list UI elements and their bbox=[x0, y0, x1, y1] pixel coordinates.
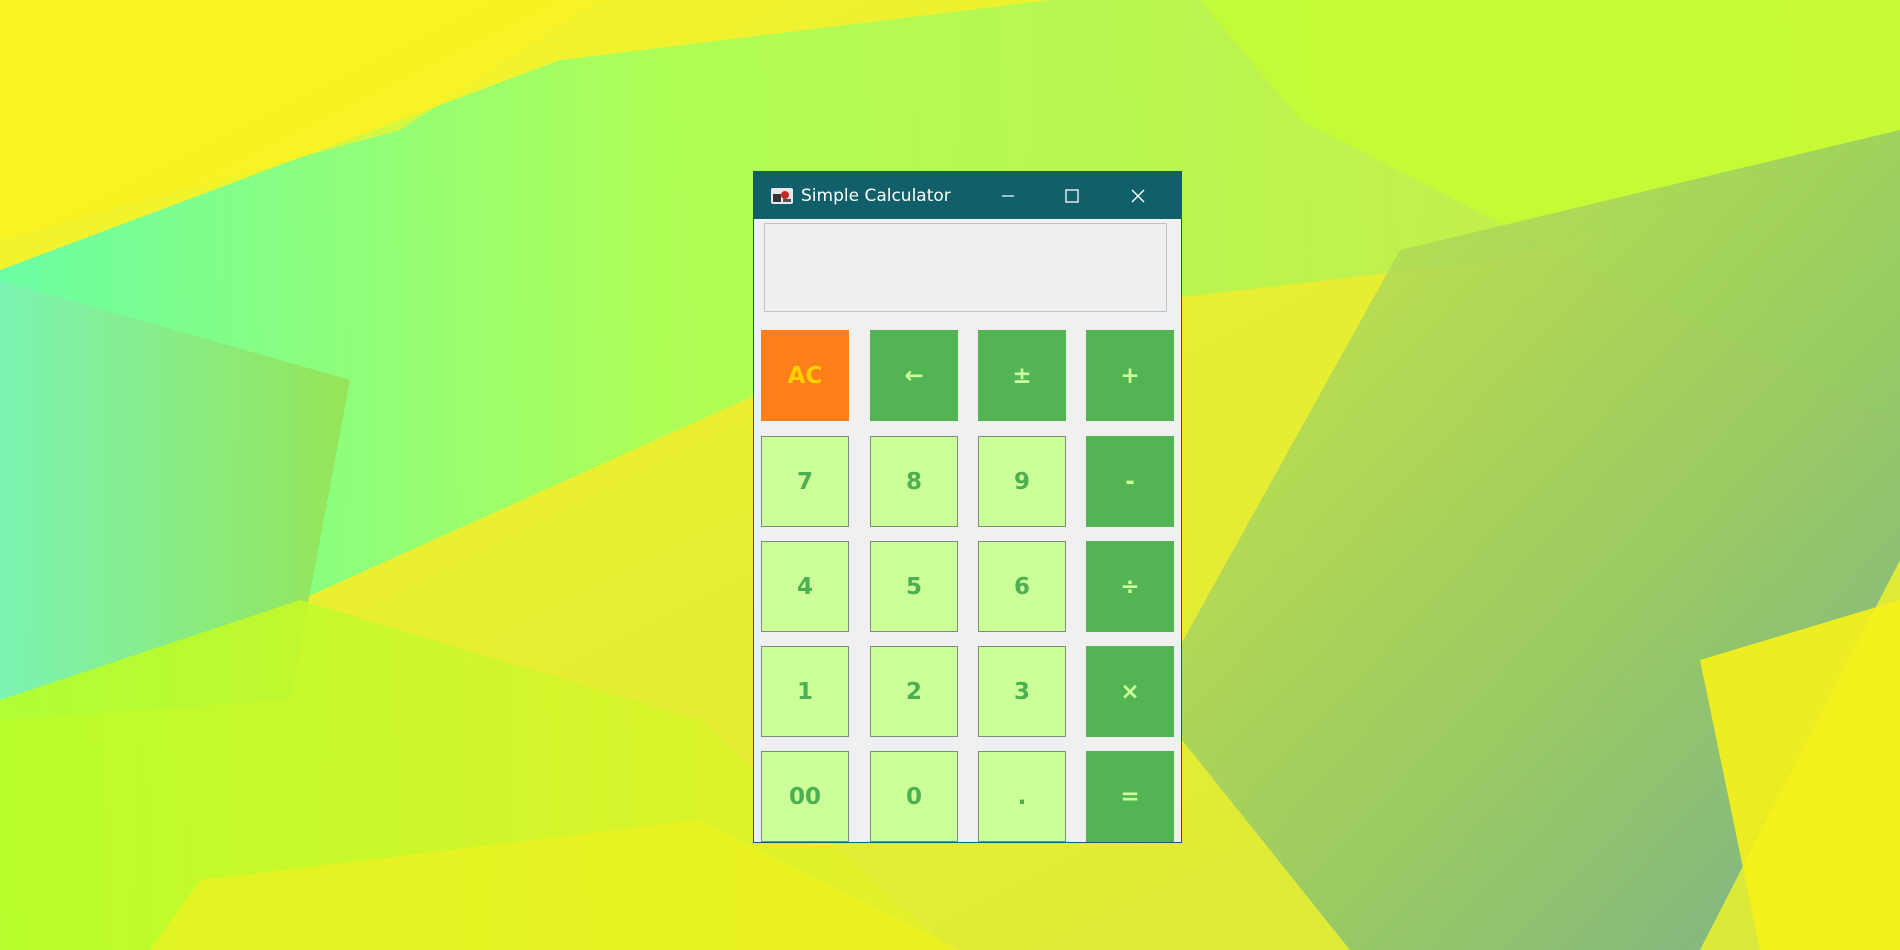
digit-6-button[interactable]: 6 bbox=[978, 541, 1066, 632]
digit-9-button[interactable]: 9 bbox=[978, 436, 1066, 527]
add-button[interactable]: + bbox=[1086, 330, 1174, 421]
calculator-window: Simple Calculator AC ← ± + 7 8 9 - 4 5 6… bbox=[754, 172, 1181, 842]
divide-button[interactable]: ÷ bbox=[1086, 541, 1174, 632]
subtract-button[interactable]: - bbox=[1086, 436, 1174, 527]
digit-8-button[interactable]: 8 bbox=[870, 436, 958, 527]
decimal-point-button[interactable]: . bbox=[978, 751, 1066, 842]
close-icon bbox=[1131, 189, 1145, 202]
digit-2-button[interactable]: 2 bbox=[870, 646, 958, 737]
maximize-icon bbox=[1065, 188, 1079, 203]
equals-button[interactable]: = bbox=[1086, 751, 1174, 842]
digit-7-button[interactable]: 7 bbox=[761, 436, 849, 527]
digit-0-button[interactable]: 0 bbox=[870, 751, 958, 842]
window-title: Simple Calculator bbox=[801, 186, 951, 206]
plus-minus-button[interactable]: ± bbox=[978, 330, 1066, 421]
clear-button[interactable]: AC bbox=[761, 330, 849, 421]
minimize-button[interactable] bbox=[977, 172, 1039, 219]
backspace-button[interactable]: ← bbox=[870, 330, 958, 421]
title-bar[interactable]: Simple Calculator bbox=[754, 172, 1181, 219]
multiply-button[interactable]: × bbox=[1086, 646, 1174, 737]
calculator-app-icon bbox=[771, 188, 793, 204]
digit-4-button[interactable]: 4 bbox=[761, 541, 849, 632]
calculator-display[interactable] bbox=[764, 223, 1167, 312]
maximize-button[interactable] bbox=[1041, 172, 1103, 219]
close-button[interactable] bbox=[1107, 172, 1169, 219]
minimize-icon bbox=[1002, 194, 1014, 197]
digit-3-button[interactable]: 3 bbox=[978, 646, 1066, 737]
double-zero-button[interactable]: 00 bbox=[761, 751, 849, 842]
digit-5-button[interactable]: 5 bbox=[870, 541, 958, 632]
digit-1-button[interactable]: 1 bbox=[761, 646, 849, 737]
